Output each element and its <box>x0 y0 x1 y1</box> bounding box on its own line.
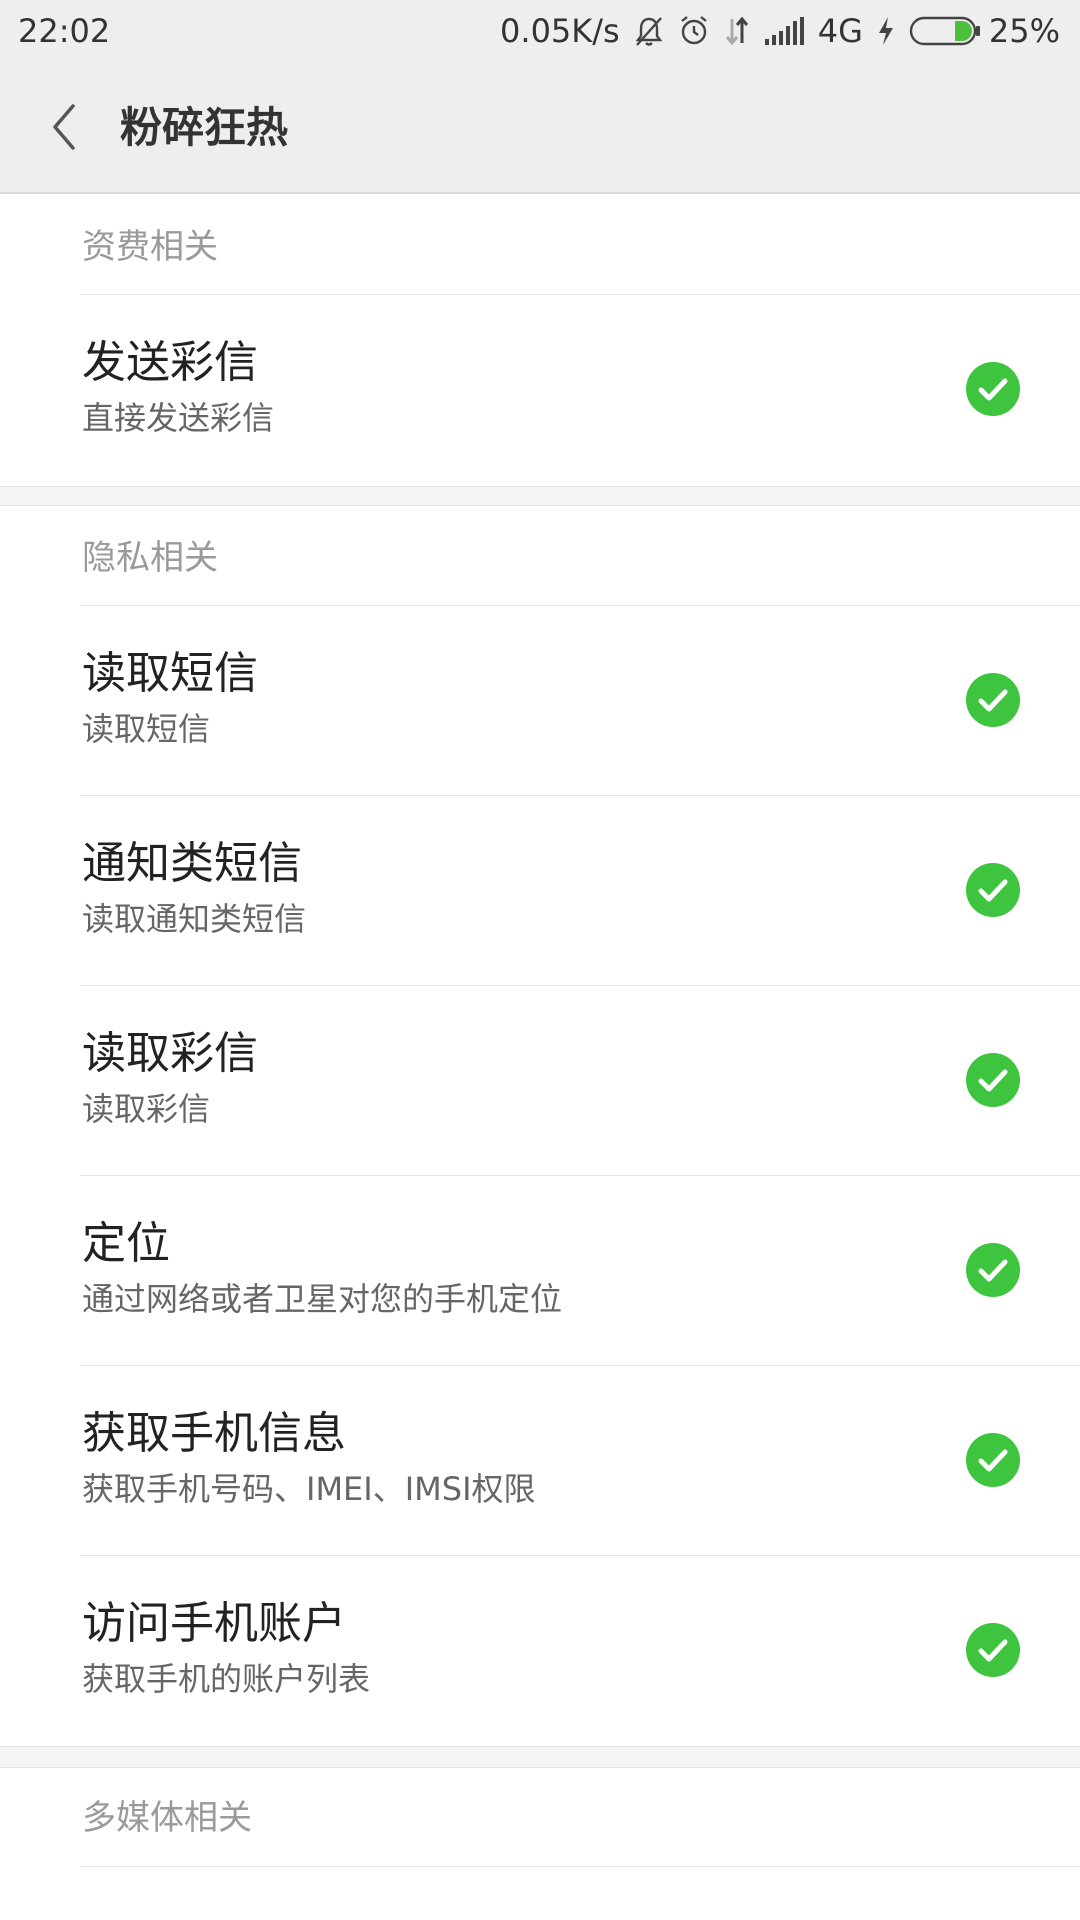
permission-notification-sms[interactable]: 通知类短信 读取通知类短信 <box>0 796 1080 986</box>
permission-title: 发送彩信 <box>82 337 258 388</box>
permission-desc: 读取短信 <box>82 710 211 748</box>
permission-send-mms[interactable]: 发送彩信 直接发送彩信 <box>0 295 1080 485</box>
page-title: 粉碎狂热 <box>120 103 289 152</box>
permission-title: 定位 <box>82 1218 170 1269</box>
alarm-icon <box>678 15 710 47</box>
data-arrows-icon <box>724 15 750 47</box>
section-gap <box>0 486 1080 506</box>
permission-desc: 获取手机号码、IMEI、IMSI权限 <box>82 1470 536 1508</box>
battery-percent: 25% <box>988 12 1060 50</box>
permission-title: 读取短信 <box>82 648 258 699</box>
permission-desc: 获取手机的账户列表 <box>82 1660 371 1698</box>
status-bar: 22:02 0.05K/s 4G 25% <box>0 0 1080 62</box>
permission-phone-info[interactable]: 获取手机信息 获取手机号码、IMEI、IMSI权限 <box>0 1366 1080 1556</box>
section-gap <box>0 1746 1080 1768</box>
check-icon[interactable] <box>966 863 1020 917</box>
section-header-multimedia: 多媒体相关 <box>82 1798 252 1838</box>
check-icon[interactable] <box>966 1243 1020 1297</box>
status-time: 22:02 <box>18 12 111 50</box>
chevron-left-icon <box>53 104 75 150</box>
battery-icon <box>909 16 981 46</box>
permission-desc: 读取通知类短信 <box>82 900 307 938</box>
mute-icon <box>634 15 664 47</box>
check-icon[interactable] <box>966 673 1020 727</box>
net-speed: 0.05K/s <box>500 12 620 50</box>
permission-accounts[interactable]: 访问手机账户 获取手机的账户列表 <box>0 1556 1080 1746</box>
check-icon[interactable] <box>966 362 1020 416</box>
section-header-billing: 资费相关 <box>82 227 218 267</box>
permission-title: 读取彩信 <box>82 1028 258 1079</box>
permission-read-mms[interactable]: 读取彩信 读取彩信 <box>0 986 1080 1176</box>
title-bar: 粉碎狂热 <box>0 62 1080 194</box>
divider <box>80 1866 1080 1867</box>
status-icons: 0.05K/s 4G 25% <box>500 12 1060 50</box>
permission-title: 获取手机信息 <box>82 1408 346 1459</box>
permission-desc: 通过网络或者卫星对您的手机定位 <box>82 1280 563 1318</box>
permission-title: 通知类短信 <box>82 838 302 889</box>
check-icon[interactable] <box>966 1433 1020 1487</box>
check-icon[interactable] <box>966 1623 1020 1677</box>
charging-icon <box>877 16 895 46</box>
permission-read-sms[interactable]: 读取短信 读取短信 <box>0 606 1080 796</box>
permission-desc: 读取彩信 <box>82 1090 211 1128</box>
section-header-privacy: 隐私相关 <box>82 538 218 578</box>
permission-location[interactable]: 定位 通过网络或者卫星对您的手机定位 <box>0 1176 1080 1366</box>
check-icon[interactable] <box>966 1053 1020 1107</box>
permission-desc: 直接发送彩信 <box>82 399 275 437</box>
permission-title: 访问手机账户 <box>82 1598 346 1649</box>
signal-icon <box>764 17 804 45</box>
back-button[interactable] <box>38 92 90 162</box>
battery: 25% <box>909 12 1060 50</box>
network-type: 4G <box>817 12 863 50</box>
